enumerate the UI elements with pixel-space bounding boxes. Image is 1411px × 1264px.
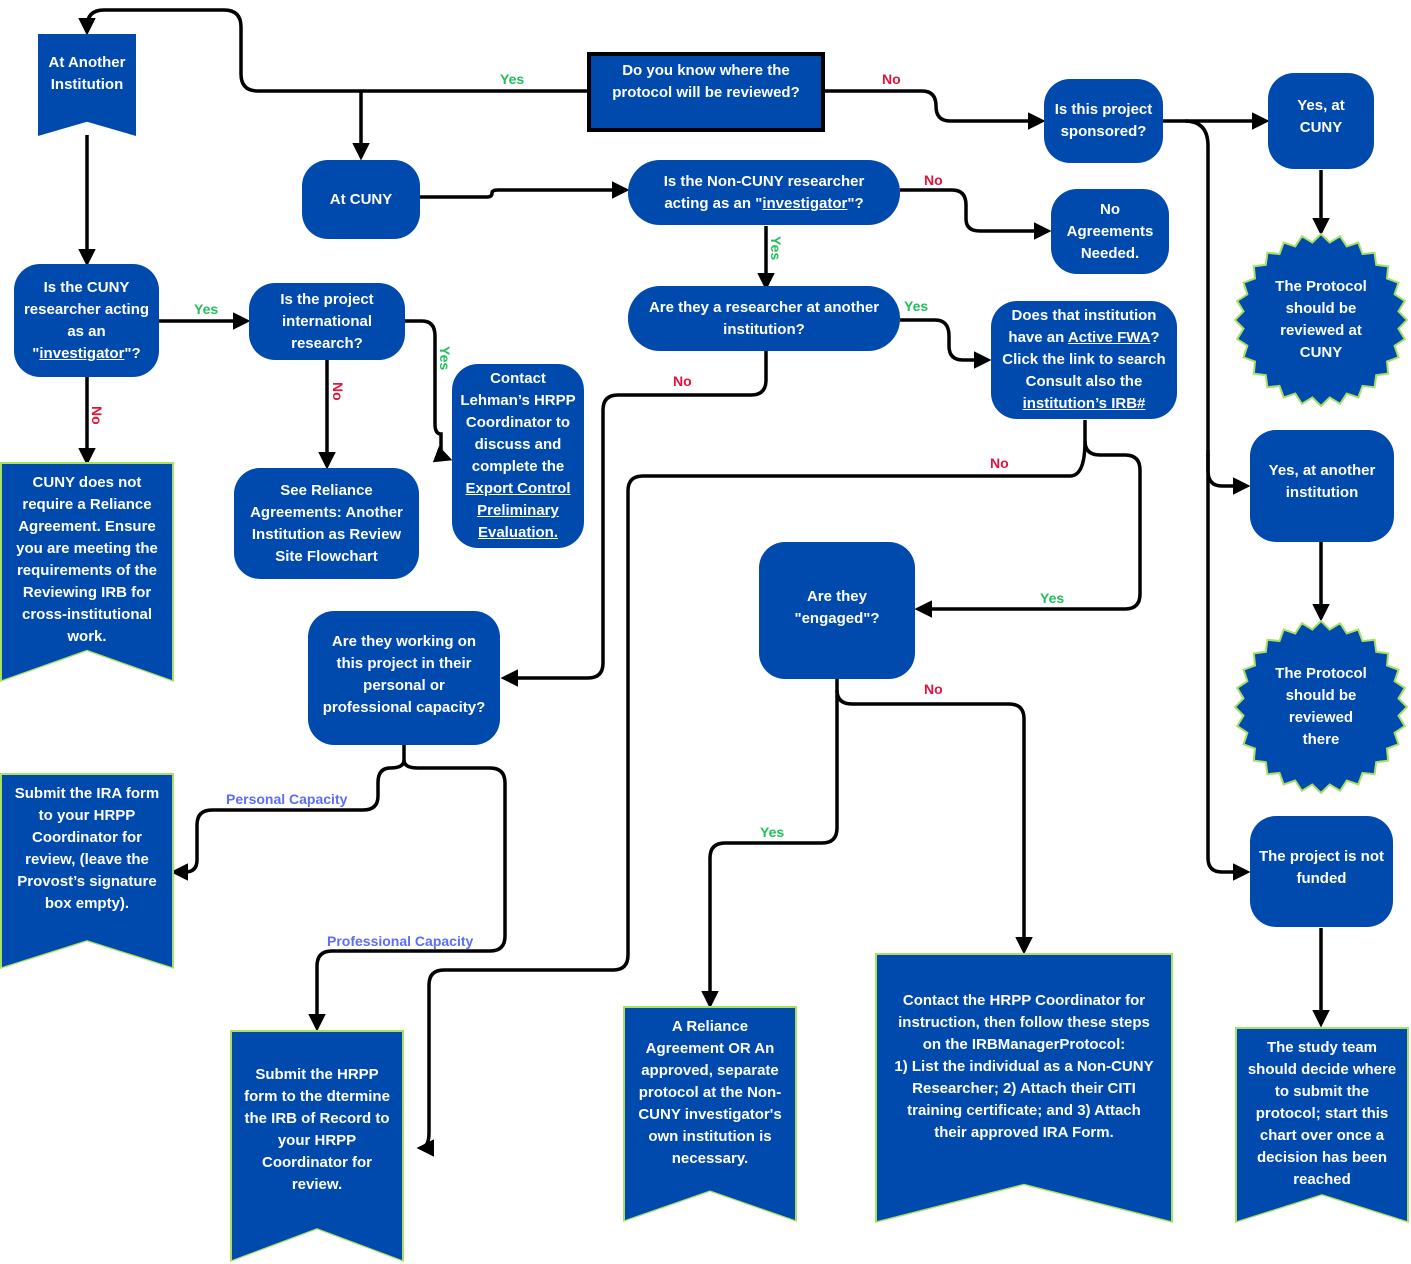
protocol-reviewed-at-cuny-node[interactable]: The Protocol should be reviewed at CUNY — [1233, 232, 1409, 408]
start-question-text: Do you know where the protocol will be r… — [612, 62, 800, 101]
edge-intl-yes — [405, 319, 453, 463]
label-engaged-no: No — [924, 681, 943, 697]
at-another-institution-text: At Another Institution — [48, 54, 126, 93]
edge-fwa-yes — [914, 420, 1142, 618]
edge-other-yes — [900, 318, 992, 369]
yes-at-another-institution-text: Yes, at another institution — [1268, 462, 1376, 501]
label-fwa-no: No — [990, 455, 1009, 471]
international-research-question-node[interactable]: Is the project international research? — [249, 283, 405, 360]
fwa-line-3: Click the link to search — [1002, 351, 1166, 368]
sponsored-question-text: Is this project sponsored? — [1054, 101, 1153, 140]
see-reliance-agreements-node[interactable]: See Reliance Agreements: Another Institu… — [234, 468, 419, 579]
cuny-inv-quote-close: "? — [124, 344, 141, 362]
protocol-reviewed-there-text: The Protocol should be reviewed there — [1275, 665, 1367, 748]
export-control-link-2[interactable]: Preliminary — [477, 502, 559, 519]
engaged-question-text: Are they "engaged"? — [794, 588, 880, 627]
label-cuny-inv-yes: Yes — [194, 301, 219, 317]
submit-ira-form-text: Submit the IRA form to your HRPP Coordin… — [14, 785, 160, 912]
label-fwa-yes: Yes — [1040, 590, 1065, 606]
export-control-link-1[interactable]: Export Control — [466, 480, 571, 497]
active-fwa-link[interactable]: Active FWA — [1068, 329, 1151, 346]
fwa-line-2-suffix: ? — [1150, 329, 1160, 346]
label-start-yes: Yes — [500, 71, 525, 87]
reliance-or-protocol-text: A Reliance Agreement OR An approved, sep… — [638, 1018, 782, 1167]
project-not-funded-text: The project is not funded — [1258, 848, 1384, 887]
contact-hrpp-steps-node[interactable]: Contact the HRPP Coordinator for instruc… — [875, 953, 1173, 1223]
cuny-investigator-link[interactable]: investigator — [39, 345, 124, 362]
start-question-node[interactable]: Do you know where the protocol will be r… — [587, 52, 825, 132]
edge-cuny-noncuny — [419, 181, 630, 199]
yes-at-cuny-node[interactable]: Yes, at CUNY — [1268, 73, 1374, 169]
no-reliance-required-node[interactable]: CUNY does not require a Reliance Agreeme… — [0, 462, 174, 682]
export-control-link-3[interactable]: Evaluation. — [478, 524, 558, 541]
active-fwa-question-node[interactable]: Does that institution have an Active FWA… — [991, 301, 1177, 419]
label-noncuny-no: No — [924, 172, 943, 188]
fwa-line-4: Consult also the — [1025, 373, 1143, 390]
label-engaged-yes: Yes — [760, 824, 785, 840]
edge-engaged-yes — [701, 679, 839, 1009]
investigator-link[interactable]: investigator — [762, 195, 847, 212]
reliance-or-protocol-node[interactable]: A Reliance Agreement OR An approved, sep… — [623, 1006, 797, 1222]
label-intl-no: No — [330, 382, 346, 401]
researcher-at-another-institution-text: Are they a researcher at another institu… — [648, 298, 880, 338]
cuny-inv-line-2: researcher acting — [23, 300, 150, 318]
label-other-yes: Yes — [904, 298, 929, 314]
yes-at-cuny-text: Yes, at CUNY — [1297, 97, 1345, 136]
protocol-reviewed-at-cuny-text: The Protocol should be reviewed at CUNY — [1275, 278, 1367, 361]
no-agreements-needed-node[interactable]: No Agreements Needed. — [1051, 189, 1169, 274]
edge-engaged-no — [835, 689, 1033, 955]
see-reliance-agreements-text: See Reliance Agreements: Another Institu… — [250, 481, 403, 565]
protocol-reviewed-there-node[interactable]: The Protocol should be reviewed there — [1233, 619, 1409, 795]
no-reliance-required-text: CUNY does not require a Reliance Agreeme… — [16, 474, 158, 645]
at-cuny-node[interactable]: At CUNY — [302, 160, 420, 239]
submit-ira-form-node[interactable]: Submit the IRA form to your HRPP Coordin… — [0, 773, 174, 969]
sponsored-question-node[interactable]: Is this project sponsored? — [1044, 79, 1163, 163]
noncuny-question-suffix: "? — [847, 194, 864, 212]
yes-at-another-institution-node[interactable]: Yes, at another institution — [1250, 430, 1394, 542]
edge-capacity-personal — [170, 745, 406, 881]
label-cuny-inv-no: No — [89, 406, 105, 425]
study-team-decide-node[interactable]: The study team should decide where to su… — [1235, 1027, 1409, 1223]
cuny-inv-line-3: as an — [67, 322, 106, 340]
study-team-decide-text: The study team should decide where to su… — [1247, 1039, 1397, 1188]
label-start-no: No — [882, 71, 901, 87]
label-personal-capacity: Personal Capacity — [226, 791, 348, 807]
no-agreements-needed-text: No Agreements Needed. — [1066, 200, 1154, 262]
edge-start-no — [824, 89, 1046, 130]
label-professional-capacity: Professional Capacity — [327, 933, 474, 949]
contact-lehman-hrpp-node[interactable]: Contact Lehman’s HRPP Coordinator to dis… — [452, 364, 584, 548]
fwa-line-1: Does that institution — [1011, 307, 1157, 324]
at-cuny-text: At CUNY — [329, 190, 393, 208]
label-noncuny-yes: Yes — [768, 236, 784, 261]
project-not-funded-node[interactable]: The project is not funded — [1250, 816, 1393, 927]
noncuny-investigator-question-node[interactable]: Is the Non-CUNY researcher acting as an … — [628, 160, 900, 225]
edge-noncuny-no — [900, 188, 1052, 240]
submit-hrpp-form-node[interactable]: Submit the HRPP form to the dtermine the… — [230, 1030, 404, 1262]
label-intl-yes: Yes — [437, 346, 453, 371]
researcher-at-another-institution-node[interactable]: Are they a researcher at another institu… — [628, 286, 900, 351]
contact-lehman-text: Contact Lehman’s HRPP Coordinator to dis… — [460, 370, 576, 475]
fwa-line-2-prefix: have an — [1008, 329, 1068, 346]
cuny-investigator-question-node[interactable]: Is the CUNY researcher acting as an "inv… — [14, 264, 159, 377]
at-another-institution-node[interactable]: At Another Institution — [38, 34, 136, 136]
capacity-question-text: Are they working on this project in thei… — [322, 633, 486, 716]
capacity-question-node[interactable]: Are they working on this project in thei… — [308, 611, 500, 745]
label-other-no: No — [673, 373, 692, 389]
institution-irb-link[interactable]: institution’s IRB# — [1023, 395, 1146, 412]
international-research-question-text: Is the project international research? — [280, 290, 374, 352]
cuny-inv-line-1: Is the CUNY — [43, 278, 130, 296]
engaged-question-node[interactable]: Are they "engaged"? — [759, 542, 915, 679]
